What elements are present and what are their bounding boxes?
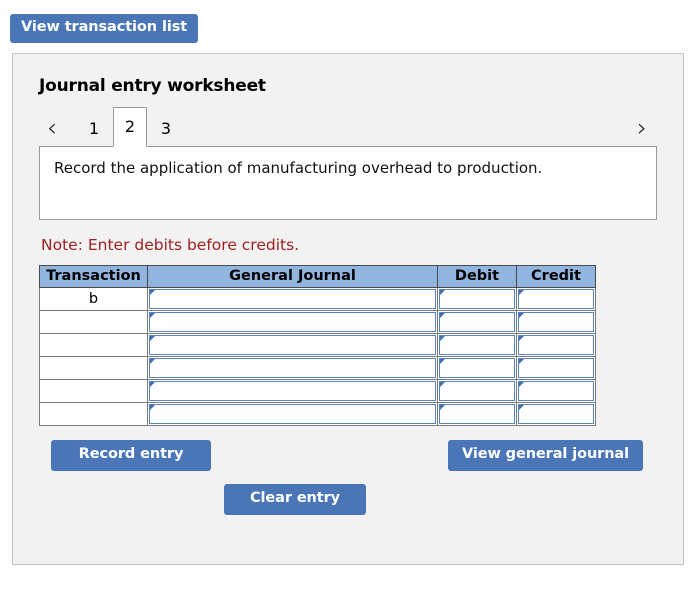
debit-input[interactable] — [439, 380, 515, 401]
action-buttons-row-1: Record entry View general journal — [39, 439, 657, 474]
action-buttons-row-2: Clear entry — [39, 483, 657, 518]
entry-description: Record the application of manufacturing … — [39, 145, 657, 220]
credit-cell[interactable] — [516, 355, 596, 380]
table-row — [39, 378, 596, 403]
credit-cell[interactable] — [516, 401, 596, 426]
general-journal-cell[interactable] — [147, 309, 438, 334]
transaction-cell — [39, 378, 148, 403]
debit-cell[interactable] — [437, 332, 517, 357]
credit-input[interactable] — [518, 334, 594, 355]
table-header-row: Transaction General Journal Debit Credit — [39, 264, 596, 288]
clear-entry-button[interactable]: Clear entry — [224, 483, 366, 515]
tab-1[interactable]: 1 — [77, 110, 111, 146]
credit-input[interactable] — [518, 311, 594, 332]
general-journal-input[interactable] — [149, 288, 436, 309]
table-row — [39, 355, 596, 380]
credit-input[interactable] — [518, 288, 594, 309]
transaction-cell — [39, 309, 148, 334]
column-header-transaction: Transaction — [39, 264, 148, 288]
general-journal-cell[interactable] — [147, 332, 438, 357]
debit-input[interactable] — [439, 311, 515, 332]
journal-entry-table: Transaction General Journal Debit Credit… — [39, 264, 596, 426]
general-journal-input[interactable] — [149, 311, 436, 332]
tab-3[interactable]: 3 — [149, 110, 183, 146]
journal-entry-worksheet-panel: Journal entry worksheet ‹ 1 2 3 › Record… — [12, 52, 684, 565]
view-general-journal-button[interactable]: View general journal — [447, 439, 643, 471]
debit-cell[interactable] — [437, 401, 517, 426]
record-entry-button[interactable]: Record entry — [51, 439, 211, 471]
table-row — [39, 309, 596, 334]
table-row: b — [39, 286, 596, 311]
general-journal-cell[interactable] — [147, 355, 438, 380]
worksheet-tabs: ‹ 1 2 3 › — [39, 106, 657, 147]
column-header-credit: Credit — [516, 264, 596, 288]
debit-cell[interactable] — [437, 378, 517, 403]
column-header-general-journal: General Journal — [147, 264, 438, 288]
top-bar: View transaction list — [0, 0, 694, 43]
debits-before-credits-note: Note: Enter debits before credits. — [41, 235, 300, 254]
debit-input[interactable] — [439, 403, 515, 424]
panel-content: Journal entry worksheet ‹ 1 2 3 › Record… — [13, 54, 683, 518]
table-row — [39, 401, 596, 426]
credit-cell[interactable] — [516, 286, 596, 311]
page-title: Journal entry worksheet — [39, 75, 266, 96]
general-journal-cell[interactable] — [147, 286, 438, 311]
credit-input[interactable] — [518, 403, 594, 424]
transaction-cell — [39, 401, 148, 426]
view-transaction-list-button[interactable]: View transaction list — [10, 14, 199, 43]
credit-input[interactable] — [518, 357, 594, 378]
column-header-debit: Debit — [437, 264, 517, 288]
next-page-chevron-icon[interactable]: › — [629, 115, 655, 146]
general-journal-input[interactable] — [149, 403, 436, 424]
credit-input[interactable] — [518, 380, 594, 401]
general-journal-cell[interactable] — [147, 401, 438, 426]
transaction-cell: b — [39, 286, 148, 311]
general-journal-input[interactable] — [149, 380, 436, 401]
credit-cell[interactable] — [516, 332, 596, 357]
tab-2[interactable]: 2 — [113, 106, 147, 147]
debit-cell[interactable] — [437, 286, 517, 311]
table-row — [39, 332, 596, 357]
general-journal-input[interactable] — [149, 357, 436, 378]
general-journal-cell[interactable] — [147, 378, 438, 403]
general-journal-input[interactable] — [149, 334, 436, 355]
debit-input[interactable] — [439, 288, 515, 309]
credit-cell[interactable] — [516, 309, 596, 334]
debit-cell[interactable] — [437, 309, 517, 334]
credit-cell[interactable] — [516, 378, 596, 403]
debit-input[interactable] — [439, 334, 515, 355]
prev-page-chevron-icon[interactable]: ‹ — [39, 115, 65, 146]
debit-input[interactable] — [439, 357, 515, 378]
transaction-cell — [39, 332, 148, 357]
debit-cell[interactable] — [437, 355, 517, 380]
transaction-cell — [39, 355, 148, 380]
